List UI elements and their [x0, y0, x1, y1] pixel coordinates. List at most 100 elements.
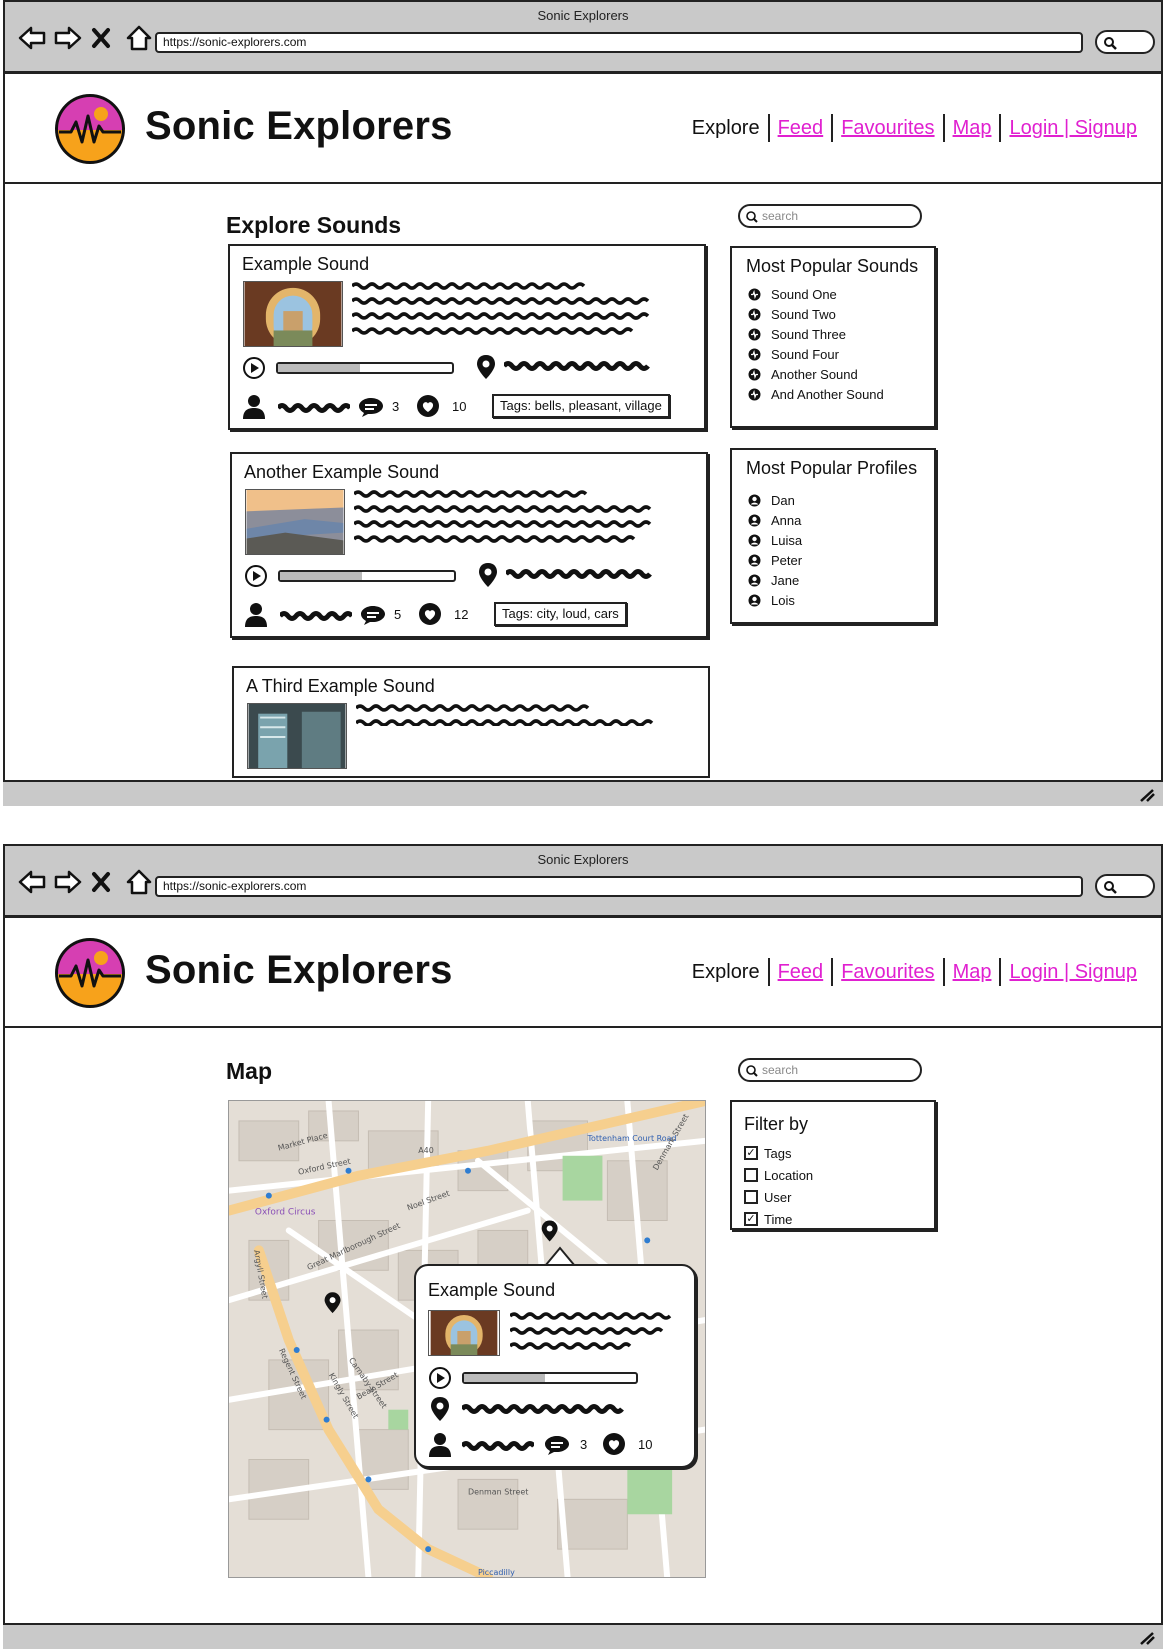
- sound-progress-bar[interactable]: [462, 1372, 638, 1384]
- resize-grip-icon[interactable]: [1137, 1631, 1155, 1645]
- comment-icon[interactable]: [544, 1434, 570, 1456]
- filter-option-tags[interactable]: ✓ Tags: [744, 1142, 813, 1164]
- play-icon[interactable]: [242, 356, 266, 380]
- nav-favourites[interactable]: Favourites: [841, 117, 934, 140]
- sound-thumbnail[interactable]: [245, 489, 345, 555]
- progress-fill: [464, 1374, 545, 1382]
- filter-option-time[interactable]: ✓ Time: [744, 1208, 813, 1230]
- placeholder-text: [354, 490, 652, 543]
- nav-favourites[interactable]: Favourites: [841, 961, 934, 984]
- home-icon[interactable]: [125, 868, 157, 898]
- forward-icon[interactable]: [53, 868, 85, 898]
- search-icon: [1104, 881, 1117, 894]
- profile-item[interactable]: Jane: [748, 570, 802, 590]
- filter-options: ✓ Tags Location User ✓ Time: [744, 1142, 813, 1230]
- nav-divider: [999, 958, 1002, 986]
- popular-sound-item[interactable]: Sound Four: [748, 344, 884, 364]
- tags-label[interactable]: Tags: city, loud, cars: [494, 602, 627, 626]
- home-icon[interactable]: [125, 24, 157, 54]
- nav-feed[interactable]: Feed: [778, 961, 824, 984]
- search-input[interactable]: search: [738, 204, 922, 228]
- profile-icon: [748, 574, 761, 586]
- popular-sound-item[interactable]: Another Sound: [748, 364, 884, 384]
- browser-nav: [17, 24, 157, 54]
- filter-title: Filter by: [744, 1114, 809, 1134]
- stop-icon[interactable]: [89, 868, 121, 898]
- nav-divider: [767, 114, 770, 142]
- checkbox[interactable]: [744, 1168, 758, 1182]
- window-title: Sonic Explorers: [537, 8, 629, 23]
- browser-search-box[interactable]: [1095, 874, 1155, 898]
- sound-progress-bar[interactable]: [278, 570, 456, 582]
- filter-option-user[interactable]: User: [744, 1186, 813, 1208]
- sound-icon: [748, 328, 761, 340]
- play-icon[interactable]: [428, 1366, 452, 1390]
- back-icon[interactable]: [17, 24, 49, 54]
- sound-card[interactable]: A Third Example Sound: [232, 666, 710, 778]
- heart-icon[interactable]: [602, 1432, 626, 1456]
- nav-explore[interactable]: Explore: [692, 117, 760, 140]
- popular-sound-item[interactable]: Sound One: [748, 284, 884, 304]
- comment-count: 3: [580, 1437, 588, 1452]
- sound-thumbnail[interactable]: [247, 703, 347, 769]
- user-icon[interactable]: [242, 394, 266, 420]
- map-sound-popup[interactable]: Example Sound 3 10: [414, 1264, 696, 1468]
- location-pin-icon[interactable]: [430, 1396, 450, 1422]
- comment-icon[interactable]: [358, 396, 384, 418]
- nav-feed[interactable]: Feed: [778, 117, 824, 140]
- popular-sound-item[interactable]: Sound Three: [748, 324, 884, 344]
- user-icon[interactable]: [428, 1432, 452, 1458]
- stop-icon[interactable]: [89, 24, 121, 54]
- sound-progress-bar[interactable]: [276, 362, 454, 374]
- resize-grip-icon[interactable]: [1137, 788, 1155, 802]
- sound-title[interactable]: Example Sound: [242, 254, 369, 275]
- nav-map[interactable]: Map: [953, 117, 992, 140]
- sound-card[interactable]: Another Example Sound 5 12 Tags: city, l…: [230, 452, 708, 638]
- like-count: 10: [452, 399, 467, 414]
- logo-icon[interactable]: [51, 90, 129, 168]
- heart-icon[interactable]: [416, 394, 440, 418]
- play-icon[interactable]: [244, 564, 268, 588]
- nav-login-signup[interactable]: Login | Signup: [1009, 117, 1137, 140]
- checkbox[interactable]: [744, 1190, 758, 1204]
- forward-icon[interactable]: [53, 24, 85, 54]
- profile-item[interactable]: Lois: [748, 590, 802, 610]
- search-input[interactable]: search: [738, 1058, 922, 1082]
- profile-item[interactable]: Anna: [748, 510, 802, 530]
- sound-thumbnail[interactable]: [428, 1310, 500, 1356]
- back-icon[interactable]: [17, 868, 49, 898]
- location-pin-icon[interactable]: [476, 354, 496, 380]
- location-pin-icon[interactable]: [478, 562, 498, 588]
- sound-card[interactable]: Example Sound 3 10 Tags: bells, pleasant…: [228, 244, 706, 430]
- sound-icon: [748, 388, 761, 400]
- location-placeholder: [462, 1404, 624, 1414]
- comment-icon[interactable]: [360, 604, 386, 626]
- sound-thumbnail[interactable]: [243, 281, 343, 347]
- browser-search-box[interactable]: [1095, 30, 1155, 54]
- site-header: Sonic Explorers Explore Feed Favourites …: [5, 918, 1161, 1028]
- nav-map[interactable]: Map: [953, 961, 992, 984]
- popular-sound-item[interactable]: And Another Sound: [748, 384, 884, 404]
- nav-login-signup[interactable]: Login | Signup: [1009, 961, 1137, 984]
- sound-icon: [748, 308, 761, 320]
- popup-title[interactable]: Example Sound: [428, 1280, 555, 1301]
- filter-option-location[interactable]: Location: [744, 1164, 813, 1186]
- popular-profiles-panel: Most Popular Profiles Dan Anna Luisa Pet…: [730, 448, 936, 624]
- profile-item[interactable]: Peter: [748, 550, 802, 570]
- sound-title[interactable]: A Third Example Sound: [246, 676, 435, 697]
- popular-sound-item[interactable]: Sound Two: [748, 304, 884, 324]
- tags-label[interactable]: Tags: bells, pleasant, village: [492, 394, 670, 418]
- address-bar[interactable]: https://sonic-explorers.com: [155, 876, 1083, 897]
- profile-item[interactable]: Dan: [748, 490, 802, 510]
- checkbox[interactable]: ✓: [744, 1146, 758, 1160]
- map-label: Oxford Circus: [255, 1208, 316, 1218]
- checkbox[interactable]: ✓: [744, 1212, 758, 1226]
- profile-item[interactable]: Luisa: [748, 530, 802, 550]
- address-bar[interactable]: https://sonic-explorers.com: [155, 32, 1083, 53]
- user-icon[interactable]: [244, 602, 268, 628]
- nav-explore[interactable]: Explore: [692, 961, 760, 984]
- browser-chrome: Sonic Explorers https://sonic-explorers.…: [5, 2, 1161, 74]
- sound-title[interactable]: Another Example Sound: [244, 462, 439, 483]
- logo-icon[interactable]: [51, 934, 129, 1012]
- heart-icon[interactable]: [418, 602, 442, 626]
